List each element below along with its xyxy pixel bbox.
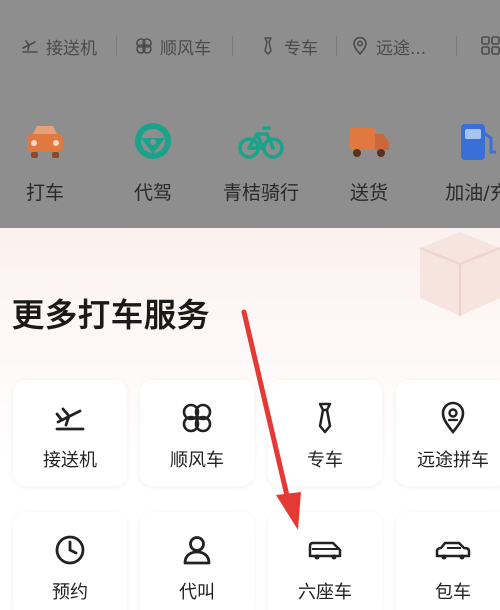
tab-airport[interactable]: 接送机	[20, 32, 97, 60]
service-card-reservation[interactable]: 预约	[13, 512, 127, 610]
card-label: 接送机	[43, 450, 97, 471]
service-taxi[interactable]: 打车	[0, 120, 95, 205]
section-title: 更多打车服务	[12, 296, 211, 334]
steering-wheel-icon	[129, 120, 177, 164]
card-label: 专车	[307, 450, 343, 471]
tab-label: 远途...	[376, 38, 427, 59]
service-label: 打车	[25, 182, 64, 204]
service-card-carpool[interactable]: 顺风车	[140, 380, 254, 486]
card-label: 预约	[52, 582, 88, 603]
tie-icon	[258, 36, 278, 56]
card-label: 六座车	[298, 582, 352, 603]
taxi-icon	[21, 120, 69, 164]
tab-long-distance[interactable]: 远途...	[350, 32, 426, 60]
service-bike[interactable]: 青桔骑行	[211, 120, 311, 205]
airport-icon	[52, 400, 88, 436]
service-label: 青桔骑行	[222, 182, 299, 204]
tab-divider	[232, 36, 233, 56]
card-label: 包车	[435, 582, 471, 603]
tab-divider	[116, 36, 117, 56]
location-icon	[435, 400, 471, 436]
service-card-six-seater[interactable]: 六座车	[268, 512, 382, 610]
tab-label: 顺风车	[160, 38, 211, 59]
carpool-icon	[179, 400, 215, 436]
service-card-premium[interactable]: 专车	[268, 380, 382, 486]
tie-icon	[307, 400, 343, 436]
tab-label: 专车	[284, 38, 318, 59]
service-label: 加油/充	[445, 182, 500, 204]
service-fuel[interactable]: 加油/充	[427, 120, 500, 205]
more-services-sheet: 更多打车服务 接送机 顺风车 专车 远途拼车 预约 代叫 六座车 包车	[0, 228, 500, 610]
carpool-icon	[134, 36, 154, 56]
tab-premium[interactable]: 专车	[258, 32, 318, 60]
service-label: 代驾	[133, 182, 172, 204]
service-row: 打车 代驾 青桔骑行 送货 加油/充	[0, 92, 500, 228]
card-label: 远途拼车	[417, 450, 489, 471]
card-label: 顺风车	[170, 450, 224, 471]
decorative-cube-icon	[419, 232, 500, 316]
more-grid-icon[interactable]	[480, 34, 500, 58]
tab-divider	[456, 36, 457, 56]
service-designated-driver[interactable]: 代驾	[103, 120, 203, 205]
fuel-icon	[453, 120, 500, 164]
airport-icon	[20, 36, 40, 56]
clock-icon	[52, 532, 88, 568]
service-card-call-for-others[interactable]: 代叫	[140, 512, 254, 610]
van-icon	[307, 532, 343, 568]
service-label: 送货	[349, 182, 388, 204]
card-label: 代叫	[179, 582, 215, 603]
dimmed-background: 接送机 顺风车 专车 远途... 打车 代驾 青桔骑行 送货 加油/充	[0, 0, 500, 228]
tab-carpool[interactable]: 顺风车	[134, 32, 211, 60]
service-card-airport[interactable]: 接送机	[13, 380, 127, 486]
service-card-long-distance[interactable]: 远途拼车	[396, 380, 500, 486]
service-card-charter[interactable]: 包车	[396, 512, 500, 610]
bicycle-icon	[237, 120, 285, 164]
top-tab-bar: 接送机 顺风车 专车 远途...	[0, 0, 500, 92]
truck-icon	[345, 120, 393, 164]
tab-divider	[336, 36, 337, 56]
tab-label: 接送机	[46, 38, 97, 59]
service-delivery[interactable]: 送货	[319, 120, 419, 205]
person-icon	[179, 532, 215, 568]
sedan-icon	[435, 532, 471, 568]
location-icon	[350, 36, 370, 56]
